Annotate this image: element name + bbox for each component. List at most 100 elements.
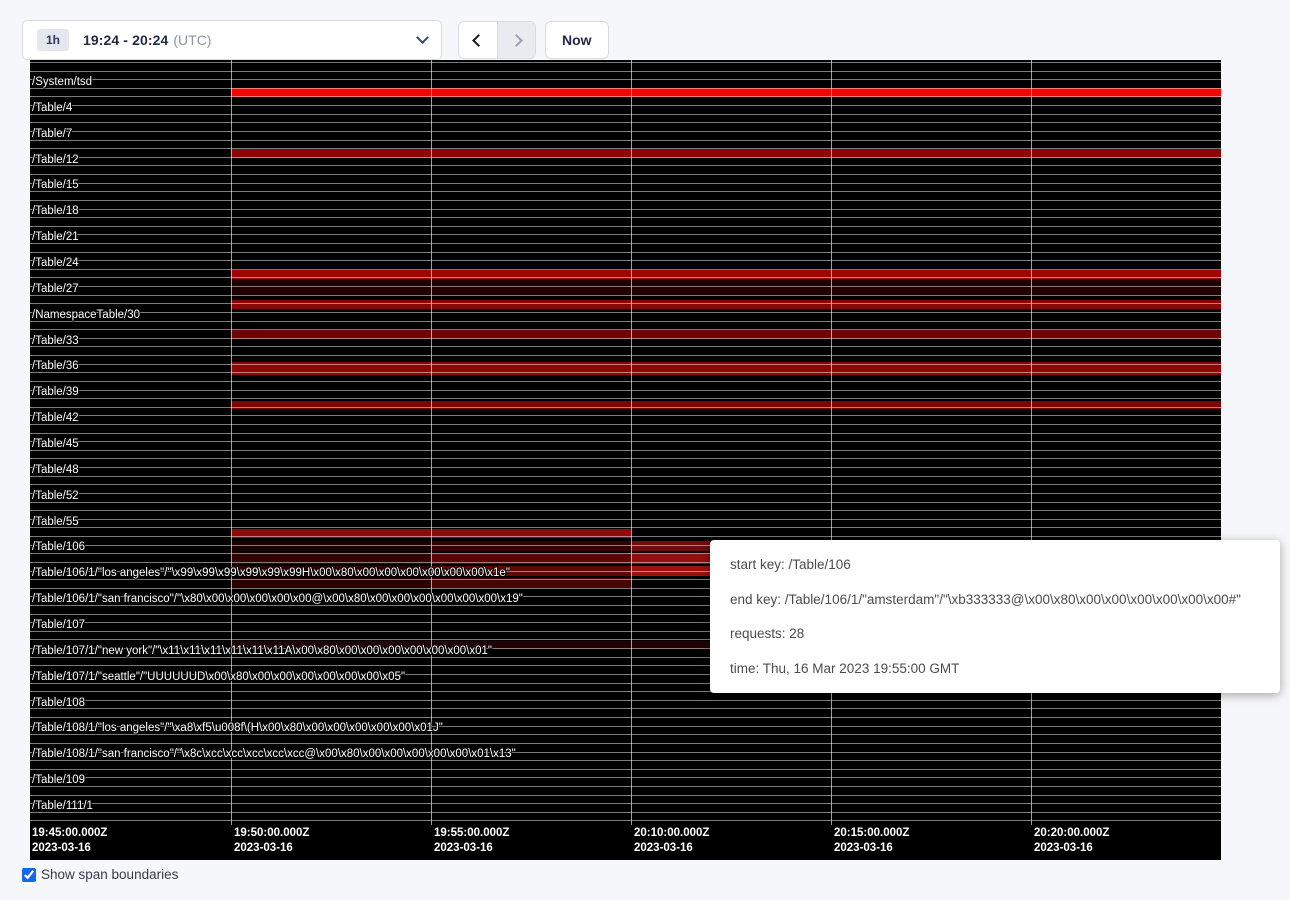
next-range-button[interactable] bbox=[497, 22, 535, 58]
span-boundary-line bbox=[30, 338, 1221, 339]
row-label: /Table/36 bbox=[32, 360, 79, 373]
heat-band bbox=[631, 541, 710, 551]
span-boundary-line bbox=[30, 122, 1221, 123]
span-boundary-line bbox=[30, 226, 1221, 227]
span-boundary-line bbox=[30, 510, 1221, 511]
keyvis-heatmap-canvas[interactable]: /System/tsd/Table/4/Table/7/Table/12/Tab… bbox=[30, 60, 1221, 860]
span-boundary-line bbox=[30, 433, 1221, 434]
span-boundary-line bbox=[30, 467, 1221, 468]
row-label: /Table/55 bbox=[32, 516, 79, 529]
row-label: /Table/107/1/"new york"/"\x11\x11\x11\x1… bbox=[32, 645, 492, 658]
span-boundary-line bbox=[30, 217, 1221, 218]
key-visualizer-page: 1h 19:24 - 20:24 (UTC) Now /System/tsd/T… bbox=[0, 0, 1290, 900]
x-tick-date: 2023-03-16 bbox=[32, 841, 91, 855]
row-label: /Table/107/1/"seattle"/"UUUUUUD\x00\x80\… bbox=[32, 671, 405, 684]
time-grid-line bbox=[631, 60, 632, 825]
span-boundary-line bbox=[30, 165, 1221, 166]
prev-range-button[interactable] bbox=[459, 22, 497, 58]
heat-band bbox=[231, 401, 1221, 409]
span-boundary-line bbox=[30, 484, 1221, 485]
row-label: /Table/7 bbox=[32, 128, 72, 141]
span-boundary-line bbox=[30, 743, 1221, 744]
row-label: /Table/106/1/"san francisco"/"\x80\x00\x… bbox=[32, 593, 523, 606]
span-boundary-line bbox=[30, 260, 1221, 261]
show-span-boundaries-checkbox[interactable]: Show span boundaries bbox=[22, 867, 178, 882]
span-boundary-line bbox=[30, 157, 1221, 158]
row-label: /Table/45 bbox=[32, 438, 79, 451]
row-label: /Table/109 bbox=[32, 774, 85, 787]
span-boundary-line bbox=[30, 441, 1221, 442]
span-boundary-line bbox=[30, 364, 1221, 365]
x-tick-date: 2023-03-16 bbox=[1034, 841, 1093, 855]
span-boundary-line bbox=[30, 174, 1221, 175]
span-boundary-line bbox=[30, 96, 1221, 97]
x-tick-time: 20:15:00.000Z bbox=[834, 826, 909, 840]
tooltip-start-key: start key: /Table/106 bbox=[730, 557, 1260, 572]
span-boundary-line bbox=[30, 390, 1221, 391]
span-boundary-line bbox=[30, 527, 1221, 528]
span-boundary-line bbox=[30, 321, 1221, 322]
row-label: /Table/111/1 bbox=[32, 800, 93, 813]
row-label: /Table/108/1/"los angeles"/"\xa8\xf5\u00… bbox=[32, 722, 443, 735]
span-boundary-line bbox=[30, 114, 1221, 115]
now-button[interactable]: Now bbox=[545, 21, 609, 59]
x-tick-date: 2023-03-16 bbox=[634, 841, 693, 855]
span-boundary-line bbox=[30, 700, 1221, 701]
tooltip-requests: requests: 28 bbox=[730, 626, 1260, 641]
span-boundary-line bbox=[30, 140, 1221, 141]
span-boundary-line bbox=[30, 458, 1221, 459]
heat-band bbox=[431, 541, 631, 551]
span-boundary-line bbox=[30, 131, 1221, 132]
row-label: /Table/18 bbox=[32, 205, 79, 218]
row-label: /Table/42 bbox=[32, 412, 79, 425]
heat-band bbox=[231, 300, 1221, 309]
row-label: /Table/24 bbox=[32, 257, 79, 270]
span-boundary-line bbox=[30, 717, 1221, 718]
span-boundary-line bbox=[30, 493, 1221, 494]
chevron-left-icon bbox=[472, 34, 485, 47]
span-boundary-line bbox=[30, 536, 1221, 537]
span-boundary-line bbox=[30, 415, 1221, 416]
span-boundary-line bbox=[30, 803, 1221, 804]
row-label: /Table/33 bbox=[32, 335, 79, 348]
span-boundary-line bbox=[30, 243, 1221, 244]
time-grid-line bbox=[831, 60, 832, 825]
span-boundary-line bbox=[30, 312, 1221, 313]
span-boundary-line bbox=[30, 234, 1221, 235]
row-label: /Table/52 bbox=[32, 490, 79, 503]
x-tick-date: 2023-03-16 bbox=[834, 841, 893, 855]
span-boundary-line bbox=[30, 277, 1221, 278]
span-boundary-line bbox=[30, 424, 1221, 425]
row-label: /Table/107 bbox=[32, 619, 85, 632]
x-tick-date: 2023-03-16 bbox=[434, 841, 493, 855]
x-tick-time: 20:20:00.000Z bbox=[1034, 826, 1109, 840]
time-range-dropdown[interactable]: 1h 19:24 - 20:24 (UTC) bbox=[22, 20, 442, 60]
span-boundary-line bbox=[30, 381, 1221, 382]
span-boundary-line bbox=[30, 372, 1221, 373]
span-boundary-line bbox=[30, 295, 1221, 296]
span-boundary-line bbox=[30, 209, 1221, 210]
row-label: /System/tsd bbox=[32, 76, 92, 89]
time-grid-line bbox=[231, 60, 232, 825]
row-label: /NamespaceTable/30 bbox=[32, 309, 140, 322]
span-boundary-line bbox=[30, 519, 1221, 520]
x-tick-date: 2023-03-16 bbox=[234, 841, 293, 855]
span-boundary-line bbox=[30, 407, 1221, 408]
heat-band bbox=[231, 541, 431, 551]
checkbox-input[interactable] bbox=[22, 868, 36, 882]
span-boundary-line bbox=[30, 191, 1221, 192]
row-label: /Table/39 bbox=[32, 386, 79, 399]
time-grid-line bbox=[431, 60, 432, 825]
span-boundary-line bbox=[30, 252, 1221, 253]
span-boundary-line bbox=[30, 286, 1221, 287]
x-tick-time: 20:10:00.000Z bbox=[634, 826, 709, 840]
row-label: /Table/108/1/"san francisco"/"\x8c\xcc\x… bbox=[32, 748, 516, 761]
span-boundary-line bbox=[30, 398, 1221, 399]
span-boundary-line bbox=[30, 329, 1221, 330]
span-boundary-line bbox=[30, 105, 1221, 106]
row-label: /Table/27 bbox=[32, 283, 79, 296]
row-label: /Table/48 bbox=[32, 464, 79, 477]
span-boundary-line bbox=[30, 79, 1221, 80]
timezone-label: (UTC) bbox=[173, 32, 211, 48]
span-boundary-line bbox=[30, 812, 1221, 813]
